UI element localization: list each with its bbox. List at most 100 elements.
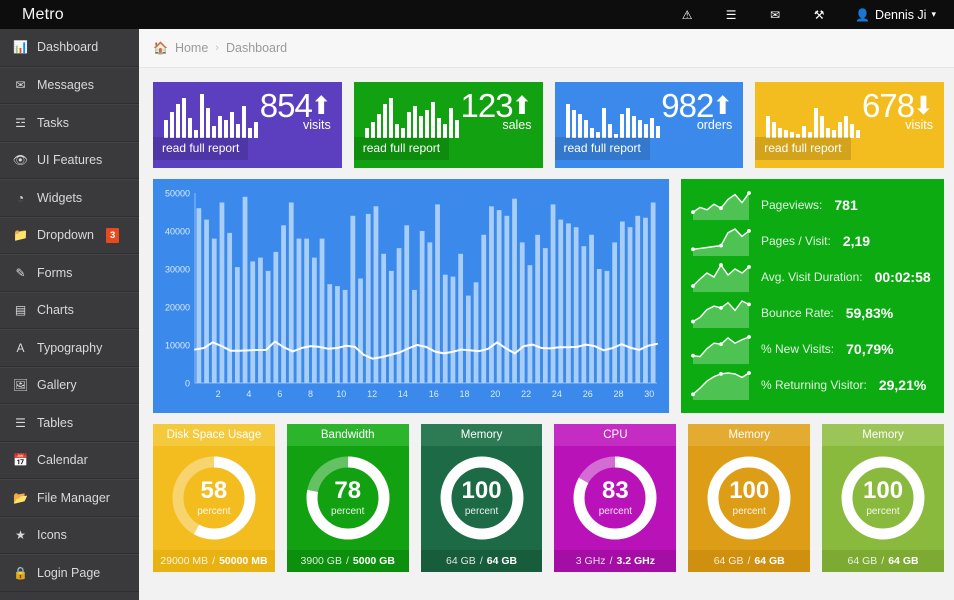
sidebar-item-label: Gallery bbox=[37, 378, 77, 393]
wrench-icon[interactable]: ⚒ bbox=[811, 9, 827, 21]
gauge-title: CPU bbox=[554, 424, 677, 446]
stat-tile-visits-0[interactable]: 854 ⬆ visits read full report bbox=[153, 82, 342, 168]
stat-tile-sales-1[interactable]: 123 ⬆ sales read full report bbox=[353, 82, 543, 168]
gauge-percent-value: 78 bbox=[334, 477, 362, 504]
x-tick-label: 26 bbox=[583, 389, 593, 399]
gauge-total: 50000 MB bbox=[219, 555, 268, 567]
sidebar-item-tasks[interactable]: ☲ Tasks bbox=[0, 104, 139, 142]
sidebar-item-typography[interactable]: A Typography bbox=[0, 329, 139, 367]
stat-label: % New Visits: bbox=[761, 342, 835, 356]
gauge-card-memory[interactable]: Memory 100 percent 64 GB/64 GB bbox=[822, 424, 944, 572]
sidebar-item-forms[interactable]: ✎ Forms bbox=[0, 254, 139, 292]
x-tick-label: 16 bbox=[429, 389, 439, 399]
gauge-card-memory[interactable]: Memory 100 percent 64 GB/64 GB bbox=[420, 424, 543, 572]
sidebar-item-gallery[interactable]: 🖼 Gallery bbox=[0, 366, 139, 404]
sidebar-item-charts[interactable]: ▤ Charts bbox=[0, 291, 139, 329]
gauge-percent-value: 100 bbox=[461, 477, 502, 504]
stat-row: Pages / Visit: 2,19 bbox=[681, 223, 944, 259]
read-full-report-link[interactable]: read full report bbox=[554, 137, 650, 160]
gauge-body: 100 percent bbox=[688, 446, 810, 550]
chart-bar bbox=[396, 248, 402, 383]
donut-center-label: 58 percent bbox=[168, 452, 260, 544]
warning-icon[interactable]: ⚠ bbox=[679, 9, 695, 21]
chart-bar bbox=[419, 231, 425, 383]
app-brand[interactable]: Metro bbox=[0, 0, 139, 29]
read-full-report-link[interactable]: read full report bbox=[153, 137, 249, 160]
read-full-report-link[interactable]: read full report bbox=[755, 137, 851, 160]
gauge-title: Memory bbox=[822, 424, 944, 446]
sidebar-item-widgets[interactable]: ◔ Widgets bbox=[0, 179, 139, 217]
stat-row: % Returning Visitor: 29,21% bbox=[681, 367, 944, 403]
sidebar: 📊 Dashboard ✉ Messages ☲ Tasks 👁 UI Features ◔ Wi… bbox=[0, 29, 139, 600]
gauge-total: 3.2 GHz bbox=[616, 555, 655, 567]
sidebar-item-ui-features[interactable]: 👁 UI Features bbox=[0, 141, 139, 179]
chart-bar bbox=[273, 251, 279, 383]
stat-tile-visits-3[interactable]: 678 ⬇ visits read full report bbox=[755, 82, 944, 168]
gauge-footer: 3 GHz/3.2 GHz bbox=[554, 550, 677, 572]
chart-bar bbox=[319, 238, 325, 383]
chart-bar bbox=[327, 284, 333, 383]
x-tick-label: 20 bbox=[490, 389, 500, 399]
envelope-icon[interactable]: ✉ bbox=[767, 9, 783, 21]
gauge-body: 58 percent bbox=[153, 446, 275, 550]
gauge-total: 64 GB bbox=[486, 555, 518, 567]
sidebar-item-icons[interactable]: ★ Icons bbox=[0, 516, 139, 554]
sidebar-item-login-page[interactable]: 🔒 Login Page bbox=[0, 554, 139, 592]
user-menu[interactable]: 👤 Dennis Ji ▾ bbox=[855, 8, 936, 22]
stat-label: Avg. Visit Duration: bbox=[761, 270, 863, 284]
chart-bar bbox=[627, 227, 633, 383]
chart-bar bbox=[604, 270, 610, 383]
gauge-card-memory[interactable]: Memory 100 percent 64 GB/64 GB bbox=[688, 424, 811, 572]
gauge-separator: / bbox=[479, 555, 483, 567]
chart-bar bbox=[288, 202, 294, 383]
sidebar-item-label: Login Page bbox=[37, 565, 101, 580]
gauge-separator: / bbox=[345, 555, 349, 567]
gauge-body: 83 percent bbox=[554, 446, 676, 550]
chart-bar bbox=[204, 219, 209, 383]
tile-sparkline-icon bbox=[364, 94, 459, 138]
sidebar-item-messages[interactable]: ✉ Messages bbox=[0, 66, 139, 104]
stat-label: Pageviews: bbox=[761, 198, 823, 212]
gauge-card-bandwidth[interactable]: Bandwidth 78 percent 3900 GB/5000 GB bbox=[286, 424, 409, 572]
tile-sparkline-icon bbox=[766, 94, 861, 138]
stat-tile-orders-2[interactable]: 982 ⬆ orders read full report bbox=[554, 82, 744, 168]
sidebar-item-file-manager[interactable]: 📂 File Manager bbox=[0, 479, 139, 517]
chart-bar bbox=[404, 225, 410, 383]
chart-bar bbox=[227, 232, 233, 383]
sidebar-item-tables[interactable]: ☰ Tables bbox=[0, 404, 139, 442]
sidebar-item-label: Tasks bbox=[37, 115, 69, 130]
chart-bar bbox=[412, 289, 417, 383]
top-navbar: Metro ⚠ ☰ ✉ ⚒ 👤 Dennis Ji ▾ bbox=[0, 0, 954, 29]
tasks-icon[interactable]: ☰ bbox=[723, 9, 739, 21]
stat-value: 00:02:58 bbox=[874, 269, 931, 285]
sidebar-item-dashboard[interactable]: 📊 Dashboard bbox=[0, 29, 139, 67]
visits-bar-chart[interactable]: 0 10000 20000 30000 40000 50000 2 4 6 8 10 12 14 16 18… bbox=[153, 179, 669, 413]
gauge-used: 64 GB bbox=[847, 555, 878, 567]
chart-bar bbox=[558, 219, 564, 383]
tile-unit-label: sales bbox=[502, 118, 532, 132]
lock-icon: 🔒 bbox=[13, 565, 28, 580]
gauges-row: Disk Space Usage 58 percent 29000 MB/50000 … bbox=[139, 413, 954, 572]
x-tick-label: 28 bbox=[613, 389, 623, 399]
sidebar-item-label: UI Features bbox=[37, 153, 103, 168]
gauge-used: 3 GHz bbox=[575, 555, 606, 567]
chart-bar bbox=[442, 274, 448, 383]
sidebar-item-dropdown[interactable]: 📁 Dropdown 3 bbox=[0, 216, 139, 254]
gauge-total: 64 GB bbox=[888, 555, 919, 567]
gauge-separator: / bbox=[609, 555, 613, 567]
gauge-card-cpu[interactable]: CPU 83 percent 3 GHz/3.2 GHz bbox=[554, 424, 677, 572]
sidebar-item-calendar[interactable]: 📅 Calendar bbox=[0, 441, 139, 479]
sidebar-item-label: File Manager bbox=[37, 490, 110, 505]
read-full-report-link[interactable]: read full report bbox=[353, 137, 450, 160]
gauge-footer: 3900 GB/5000 GB bbox=[286, 550, 409, 572]
gauge-footer: 29000 MB/50000 MB bbox=[153, 550, 275, 572]
gauge-body: 78 percent bbox=[287, 446, 409, 550]
gauge-card-disk-space-usage[interactable]: Disk Space Usage 58 percent 29000 MB/50000 … bbox=[153, 424, 275, 572]
donut-chart: 83 percent bbox=[569, 452, 661, 544]
user-name: Dennis Ji bbox=[875, 7, 927, 22]
x-tick-label: 14 bbox=[398, 389, 408, 399]
stat-value: 29,21% bbox=[878, 377, 927, 393]
gauge-percent-word: percent bbox=[331, 506, 365, 517]
breadcrumb-home[interactable]: Home bbox=[175, 41, 208, 55]
gauge-total: 5000 GB bbox=[352, 555, 395, 567]
